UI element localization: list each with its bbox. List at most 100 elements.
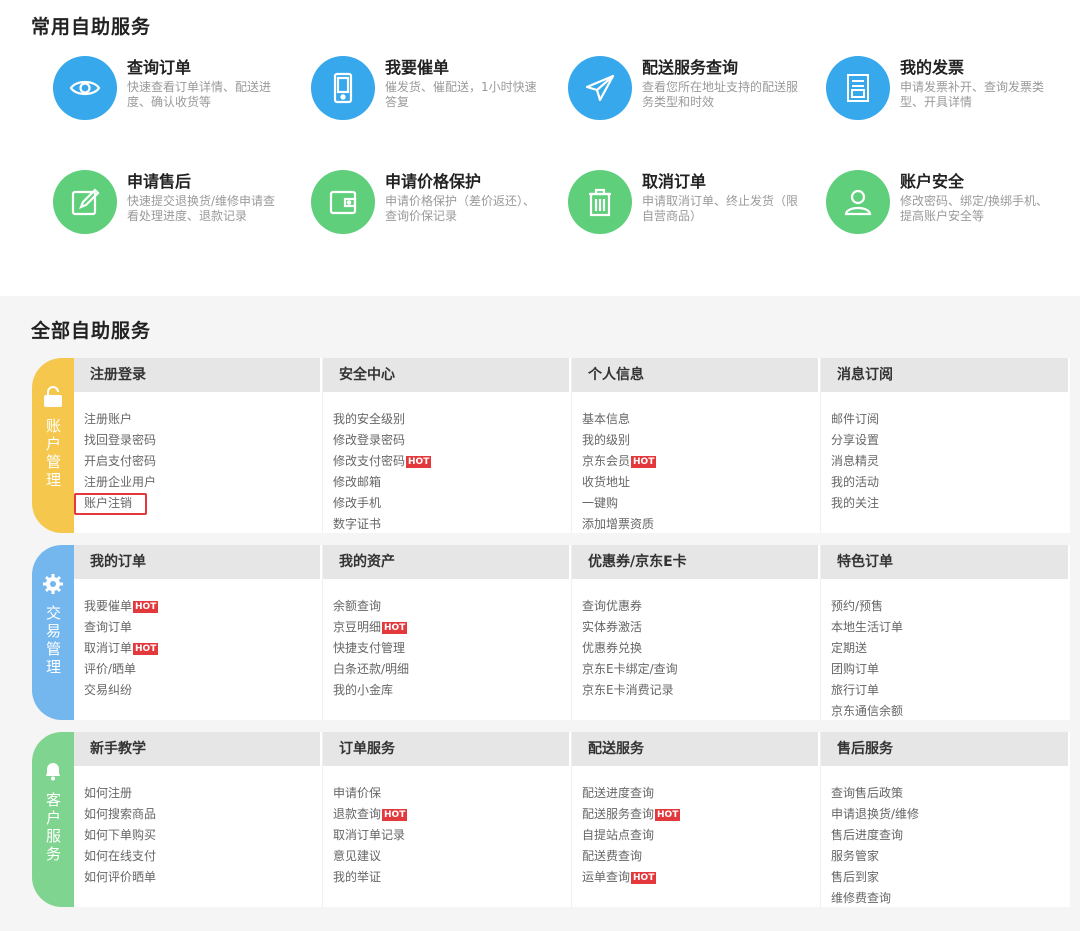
service-link[interactable]: 查询售后政策	[831, 783, 1070, 804]
service-link-text[interactable]: 查询订单	[84, 620, 132, 634]
service-link[interactable]: 修改手机	[333, 493, 571, 514]
service-link-text[interactable]: 查询售后政策	[831, 786, 903, 800]
service-link-text[interactable]: 我的举证	[333, 870, 381, 884]
service-link[interactable]: 白条还款/明细	[333, 659, 571, 680]
service-card-title[interactable]: 取消订单	[642, 168, 706, 192]
service-card-5[interactable]: 申请售后 快速提交退换货/维修申请查看处理进度、退款记录	[53, 170, 303, 250]
service-link-text[interactable]: 收货地址	[582, 475, 630, 489]
service-link[interactable]: 如何注册	[84, 783, 322, 804]
trash-icon[interactable]	[568, 170, 632, 234]
service-link-text[interactable]: 实体券激活	[582, 620, 642, 634]
service-link-text[interactable]: 修改手机	[333, 496, 381, 510]
user-icon[interactable]	[826, 170, 890, 234]
service-link-text[interactable]: 分享设置	[831, 433, 879, 447]
service-link[interactable]: 配送进度查询	[582, 783, 820, 804]
service-link[interactable]: 余额查询	[333, 596, 571, 617]
service-link-text[interactable]: 京豆明细	[333, 620, 381, 634]
service-link-text[interactable]: 京东会员	[582, 454, 630, 468]
invoice-icon[interactable]	[826, 56, 890, 120]
service-link-text[interactable]: 京东E卡绑定/查询	[582, 662, 678, 676]
service-link[interactable]: 售后到家	[831, 867, 1070, 888]
service-link[interactable]: 预约/预售	[831, 596, 1070, 617]
service-link-text[interactable]: 消息精灵	[831, 454, 879, 468]
service-link[interactable]: 我要催单 HOT	[84, 596, 322, 617]
service-link-text[interactable]: 数字证书	[333, 517, 381, 531]
service-link-text[interactable]: 预约/预售	[831, 599, 883, 613]
service-link[interactable]: 取消订单 HOT	[84, 638, 322, 659]
service-link[interactable]: 我的举证	[333, 867, 571, 888]
service-card-title[interactable]: 查询订单	[127, 54, 191, 78]
service-link[interactable]: 一键购	[582, 493, 820, 514]
service-link[interactable]: 如何搜索商品	[84, 804, 322, 825]
service-link-text[interactable]: 修改支付密码	[333, 454, 405, 468]
service-link[interactable]: 我的关注	[831, 493, 1070, 514]
service-link[interactable]: 取消订单记录	[333, 825, 571, 846]
service-link-text[interactable]: 查询优惠券	[582, 599, 642, 613]
service-link-text[interactable]: 维修费查询	[831, 891, 891, 905]
service-link[interactable]: 团购订单	[831, 659, 1070, 680]
service-link-text[interactable]: 团购订单	[831, 662, 879, 676]
service-link[interactable]: 申请退换货/维修	[831, 804, 1070, 825]
service-link-text[interactable]: 我的关注	[831, 496, 879, 510]
service-link[interactable]: 维修费查询	[831, 888, 1070, 909]
service-link[interactable]: 修改邮箱	[333, 472, 571, 493]
service-link-text[interactable]: 售后到家	[831, 870, 879, 884]
service-link[interactable]: 快捷支付管理	[333, 638, 571, 659]
service-link-text[interactable]: 账户注销	[84, 496, 132, 510]
service-link-text[interactable]: 快捷支付管理	[333, 641, 405, 655]
service-link-text[interactable]: 定期送	[831, 641, 867, 655]
service-link-text[interactable]: 本地生活订单	[831, 620, 903, 634]
service-link-text[interactable]: 意见建议	[333, 849, 381, 863]
service-card-1[interactable]: 查询订单 快速查看订单详情、配送进度、确认收货等	[53, 56, 303, 136]
service-link[interactable]: 京东通信余额	[831, 701, 1070, 722]
service-card-title[interactable]: 我的发票	[900, 54, 964, 78]
service-link[interactable]: 邮件订阅	[831, 409, 1070, 430]
service-link[interactable]: 交易纠纷	[84, 680, 322, 701]
service-link-text[interactable]: 退款查询	[333, 807, 381, 821]
service-link-text[interactable]: 服务管家	[831, 849, 879, 863]
service-link[interactable]: 服务管家	[831, 846, 1070, 867]
service-link[interactable]: 旅行订单	[831, 680, 1070, 701]
service-link[interactable]: 查询优惠券	[582, 596, 820, 617]
service-link[interactable]: 如何评价晒单	[84, 867, 322, 888]
service-link-text[interactable]: 旅行订单	[831, 683, 879, 697]
service-link[interactable]: 添加增票资质	[582, 514, 820, 535]
service-link[interactable]: 配送费查询	[582, 846, 820, 867]
service-link-text[interactable]: 我要催单	[84, 599, 132, 613]
service-card-4[interactable]: 我的发票 申请发票补开、查询发票类型、开具详情	[826, 56, 1076, 136]
service-link[interactable]: 注册账户	[84, 409, 322, 430]
service-card-title[interactable]: 账户安全	[900, 168, 964, 192]
service-link[interactable]: 退款查询 HOT	[333, 804, 571, 825]
service-card-title[interactable]: 我要催单	[385, 54, 449, 78]
service-link-text[interactable]: 如何下单购买	[84, 828, 156, 842]
service-link-text[interactable]: 配送服务查询	[582, 807, 654, 821]
service-link[interactable]: 售后进度查询	[831, 825, 1070, 846]
service-link-text[interactable]: 配送费查询	[582, 849, 642, 863]
service-link-text[interactable]: 我的小金库	[333, 683, 393, 697]
service-link-text[interactable]: 评价/晒单	[84, 662, 136, 676]
service-link-text[interactable]: 注册企业用户	[84, 475, 156, 489]
service-link[interactable]: 我的级别	[582, 430, 820, 451]
service-link[interactable]: 数字证书	[333, 514, 571, 535]
service-card-8[interactable]: 账户安全 修改密码、绑定/换绑手机、提高账户安全等	[826, 170, 1076, 250]
service-link[interactable]: 意见建议	[333, 846, 571, 867]
service-link-text[interactable]: 如何注册	[84, 786, 132, 800]
service-link-text[interactable]: 优惠券兑换	[582, 641, 642, 655]
service-link-text[interactable]: 交易纠纷	[84, 683, 132, 697]
service-link[interactable]: 注册企业用户	[84, 472, 322, 493]
service-link-text[interactable]: 京东通信余额	[831, 704, 903, 718]
service-link-text[interactable]: 运单查询	[582, 870, 630, 884]
service-link[interactable]: 配送服务查询 HOT	[582, 804, 820, 825]
service-link[interactable]: 开启支付密码	[84, 451, 322, 472]
service-link[interactable]: 找回登录密码	[84, 430, 322, 451]
service-link[interactable]: 我的活动	[831, 472, 1070, 493]
service-link[interactable]: 定期送	[831, 638, 1070, 659]
service-link-text[interactable]: 一键购	[582, 496, 618, 510]
service-link-text[interactable]: 白条还款/明细	[333, 662, 409, 676]
service-link-text[interactable]: 售后进度查询	[831, 828, 903, 842]
service-link-text[interactable]: 取消订单记录	[333, 828, 405, 842]
paper-plane-icon[interactable]	[568, 56, 632, 120]
service-link-text[interactable]: 如何在线支付	[84, 849, 156, 863]
service-link-text[interactable]: 注册账户	[84, 412, 132, 426]
service-link-text[interactable]: 配送进度查询	[582, 786, 654, 800]
